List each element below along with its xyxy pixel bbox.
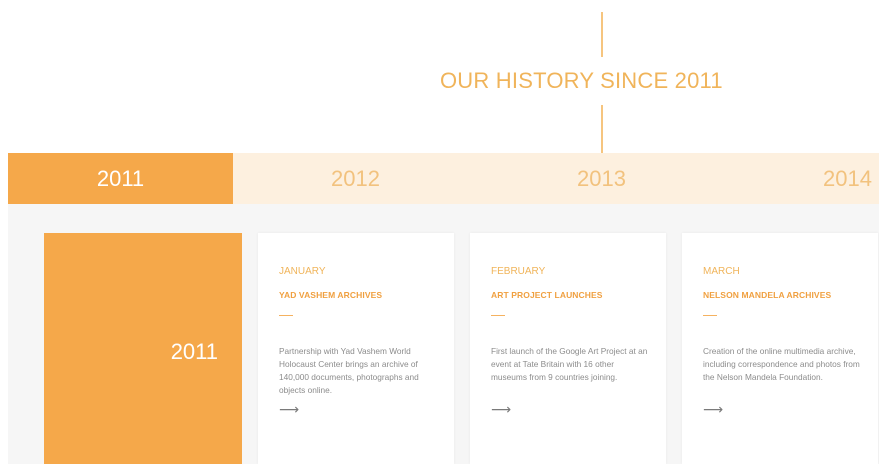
card-title: ART PROJECT LAUNCHES [491, 290, 603, 300]
year-tab-2014[interactable]: 2014 [823, 153, 872, 204]
card-description: First launch of the Google Art Project a… [491, 346, 648, 382]
arrow-right-icon[interactable]: ⟶ [703, 401, 723, 418]
timeline-connector-top [601, 12, 603, 57]
selected-year-block: 2011 [44, 233, 242, 464]
card-title: NELSON MANDELA ARCHIVES [703, 290, 832, 300]
year-tab-2013[interactable]: 2013 [577, 153, 626, 204]
year-tab-2011[interactable]: 2011 [8, 153, 233, 204]
year-tabs-bar: 2011 2012 2013 2014 [8, 153, 879, 204]
selected-year-label: 2011 [170, 339, 218, 364]
timeline-connector-bottom [601, 105, 603, 153]
card-month: MARCH [703, 266, 740, 277]
card-divider [491, 315, 505, 316]
arrow-right-icon[interactable]: ⟶ [491, 401, 511, 418]
arrow-right-icon[interactable]: ⟶ [279, 401, 299, 418]
timeline-card-january: JANUARY YAD VASHEM ARCHIVES Partnership … [258, 233, 454, 464]
card-description: Creation of the online multimedia archiv… [703, 346, 860, 382]
card-description: Partnership with Yad Vashem World Holoca… [279, 346, 419, 395]
timeline-card-march: MARCH NELSON MANDELA ARCHIVES Creation o… [682, 233, 878, 464]
year-tab-2012[interactable]: 2012 [331, 153, 380, 204]
page-title: OUR HISTORY SINCE 2011 [440, 68, 723, 93]
timeline-card-february: FEBRUARY ART PROJECT LAUNCHES First laun… [470, 233, 666, 464]
card-month: JANUARY [279, 266, 326, 277]
card-divider [279, 315, 293, 316]
card-divider [703, 315, 717, 316]
card-title: YAD VASHEM ARCHIVES [279, 290, 383, 300]
card-month: FEBRUARY [491, 266, 546, 277]
